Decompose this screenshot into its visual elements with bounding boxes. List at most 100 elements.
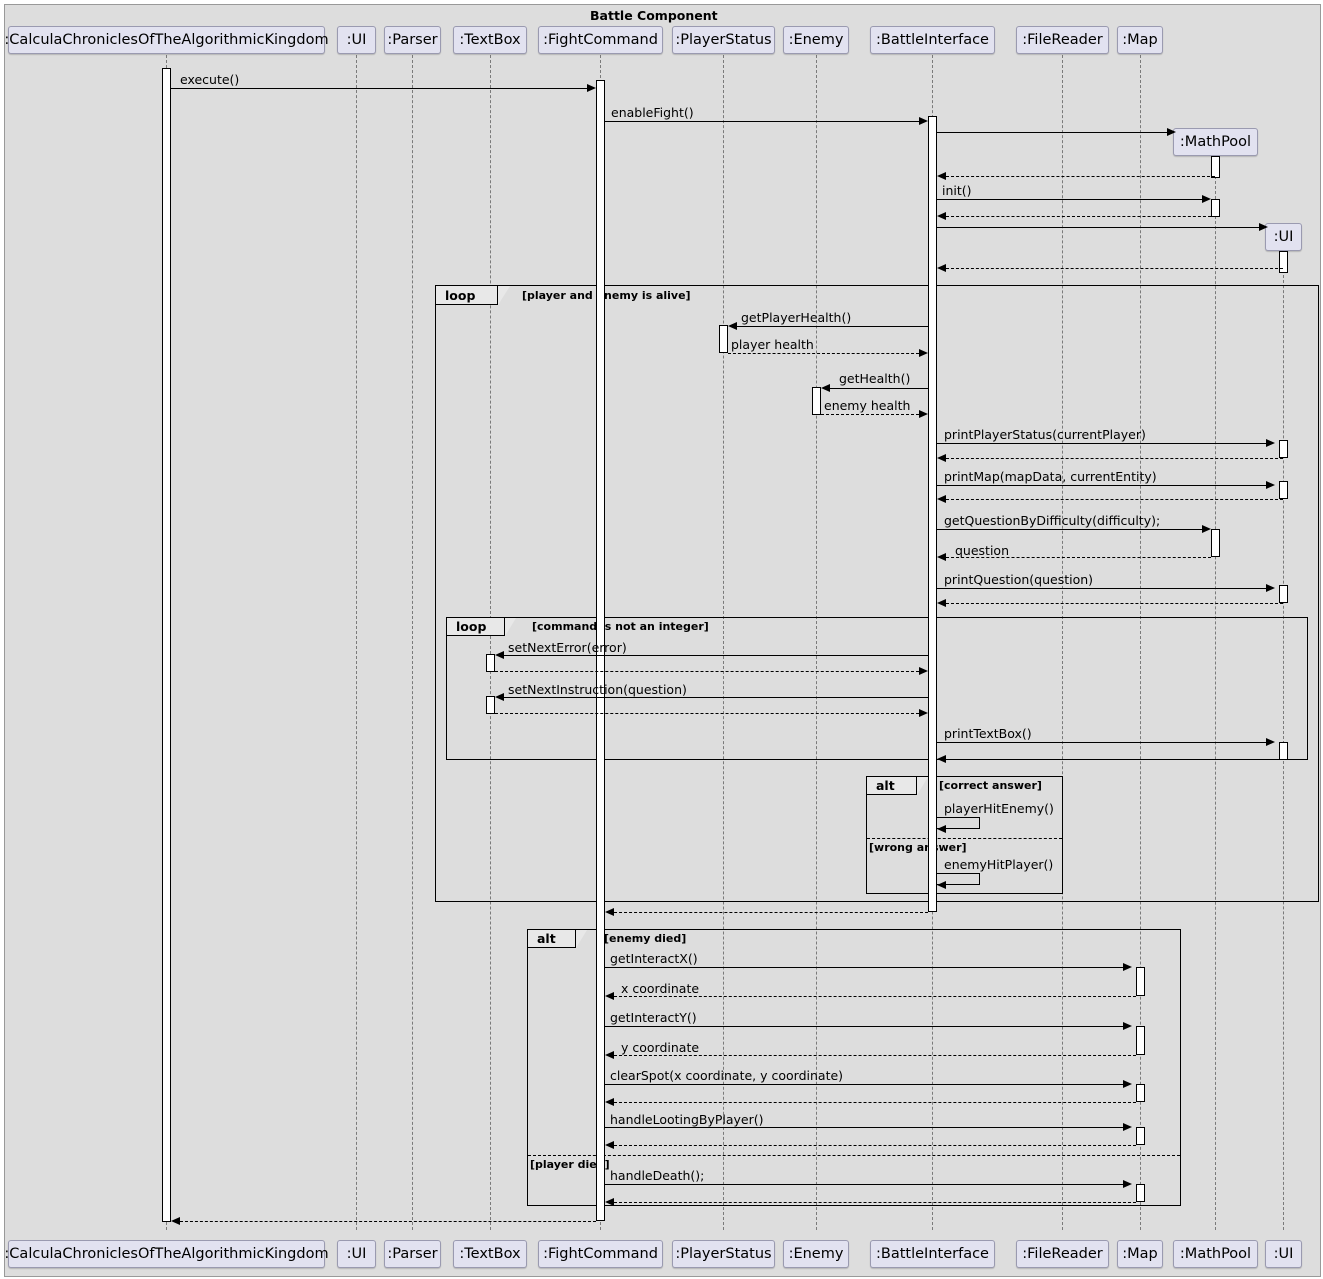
fragment-alt-answer-guard-1: [correct answer] bbox=[939, 779, 1042, 792]
msg-line-setnextinstruction bbox=[504, 697, 928, 698]
participant-ui2-created[interactable]: :UI bbox=[1265, 223, 1302, 251]
msg-arrow-return-setnextinstruction bbox=[919, 708, 928, 717]
activation-enemy-gethealth bbox=[812, 387, 821, 415]
msg-line-return-printquestion bbox=[946, 603, 1283, 604]
participant-label: :TextBox bbox=[459, 32, 521, 48]
participant-map-top[interactable]: :Map bbox=[1117, 26, 1163, 54]
participant-label: :FileReader bbox=[1022, 1246, 1103, 1262]
participant-enemy-bottom[interactable]: :Enemy bbox=[783, 1240, 849, 1268]
msg-arrow-ycoordinate bbox=[605, 1050, 614, 1059]
participant-ui-top[interactable]: :UI bbox=[337, 26, 376, 54]
participant-ui2-bottom[interactable]: :UI bbox=[1265, 1240, 1302, 1268]
msg-label-gethealth: getHealth() bbox=[839, 371, 911, 386]
msg-arrow-return-handlelooting bbox=[605, 1140, 614, 1149]
msg-arrow-playerhitenemy bbox=[937, 824, 946, 833]
activation-ui2-create bbox=[1279, 251, 1288, 273]
activation-textbox-setnexterror bbox=[486, 654, 495, 672]
msg-arrow-enemyhealth bbox=[919, 409, 928, 418]
participant-battleinterface-bottom[interactable]: :BattleInterface bbox=[870, 1240, 995, 1268]
participant-enemy-top[interactable]: :Enemy bbox=[783, 26, 849, 54]
msg-arrow-return-printmap bbox=[937, 494, 946, 503]
msg-arrow-printtextbox bbox=[1266, 737, 1275, 746]
msg-arrow-handlelooting bbox=[1123, 1122, 1132, 1131]
msg-line-return-printtextbox bbox=[946, 759, 1283, 760]
participant-parser-top[interactable]: :Parser bbox=[384, 26, 441, 54]
activation-game bbox=[162, 68, 171, 1222]
participant-fightcommand-top[interactable]: :FightCommand bbox=[538, 26, 663, 54]
participant-filereader-top[interactable]: :FileReader bbox=[1016, 26, 1109, 54]
participant-label: :MathPool bbox=[1179, 1246, 1252, 1262]
participant-label: :UI bbox=[1273, 229, 1294, 245]
msg-line-return-handledeath bbox=[614, 1202, 1136, 1203]
participant-playerstatus-top[interactable]: :PlayerStatus bbox=[672, 26, 775, 54]
activation-ui2-printtextbox bbox=[1279, 742, 1288, 760]
participant-game-top[interactable]: :CalculaChroniclesOfTheAlgorithmicKingdo… bbox=[4, 26, 329, 54]
participant-label: :UI bbox=[1273, 1246, 1294, 1262]
msg-label-clearspot: clearSpot(x coordinate, y coordinate) bbox=[610, 1068, 844, 1083]
msg-arrow-clearspot bbox=[1123, 1079, 1132, 1088]
msg-arrow-setnextinstruction bbox=[495, 692, 504, 701]
msg-label-question: question bbox=[955, 543, 1010, 558]
msg-line-getquestion bbox=[937, 529, 1202, 530]
fragment-kind-label: alt bbox=[537, 931, 556, 946]
msg-arrow-printquestion bbox=[1266, 583, 1275, 592]
msg-arrow-return-execute bbox=[171, 1216, 180, 1225]
participant-map-bottom[interactable]: :Map bbox=[1117, 1240, 1163, 1268]
participant-fightcommand-bottom[interactable]: :FightCommand bbox=[538, 1240, 663, 1268]
activation-map-getinteracty bbox=[1136, 1026, 1145, 1055]
msg-line-getplayerhealth bbox=[737, 326, 928, 327]
participant-label: :UI bbox=[346, 1246, 367, 1262]
activation-mathpool-init bbox=[1211, 199, 1220, 217]
participant-mathpool-created[interactable]: :MathPool bbox=[1173, 128, 1258, 156]
participant-playerstatus-bottom[interactable]: :PlayerStatus bbox=[672, 1240, 775, 1268]
msg-label-handlelooting: handleLootingByPlayer() bbox=[610, 1112, 764, 1127]
msg-line-create-ui2 bbox=[937, 227, 1259, 228]
msg-line-return-setnexterror bbox=[495, 671, 919, 672]
msg-line-getinteractx bbox=[605, 967, 1123, 968]
msg-arrow-return-ui2-create bbox=[937, 263, 946, 272]
participant-battleinterface-top[interactable]: :BattleInterface bbox=[870, 26, 995, 54]
participant-label: :UI bbox=[346, 32, 367, 48]
participant-label: :FileReader bbox=[1022, 32, 1103, 48]
msg-label-getplayerhealth: getPlayerHealth() bbox=[741, 310, 852, 325]
participant-label: :Map bbox=[1122, 32, 1158, 48]
msg-arrow-return-init bbox=[937, 211, 946, 220]
msg-label-playerhealth: player health bbox=[731, 337, 814, 352]
msg-label-handledeath: handleDeath(); bbox=[610, 1168, 705, 1183]
fragment-alt-answer-notch bbox=[917, 777, 928, 795]
fragment-kind-label: loop bbox=[456, 619, 487, 634]
participant-textbox-bottom[interactable]: :TextBox bbox=[453, 1240, 527, 1268]
msg-arrow-xcoordinate bbox=[605, 991, 614, 1000]
activation-ui2-printplayerstatus bbox=[1279, 440, 1288, 458]
activation-ui2-printquestion bbox=[1279, 585, 1288, 603]
msg-arrow-create-mathpool bbox=[1167, 127, 1176, 136]
fragment-alt-death-tab: alt bbox=[528, 930, 576, 948]
msg-label-printmap: printMap(mapData, currentEntity) bbox=[944, 469, 1157, 484]
fragment-loop-alive-notch bbox=[498, 286, 510, 305]
participant-mathpool-bottom[interactable]: :MathPool bbox=[1173, 1240, 1258, 1268]
msg-line-execute bbox=[171, 88, 587, 89]
frame-title: Battle Component bbox=[590, 8, 718, 23]
fragment-kind-label: alt bbox=[876, 778, 895, 793]
participant-textbox-top[interactable]: :TextBox bbox=[453, 26, 527, 54]
fragment-alt-death-divider bbox=[528, 1155, 1180, 1156]
participant-parser-bottom[interactable]: :Parser bbox=[384, 1240, 441, 1268]
activation-mathpool-getquestion bbox=[1211, 529, 1220, 557]
msg-line-return-ui2-create bbox=[946, 268, 1283, 269]
msg-arrow-printmap bbox=[1266, 480, 1275, 489]
msg-line-gethealth bbox=[830, 388, 928, 389]
fragment-loop-alive-tab: loop bbox=[436, 286, 498, 305]
msg-line-handlelooting bbox=[605, 1127, 1123, 1128]
participant-filereader-bottom[interactable]: :FileReader bbox=[1016, 1240, 1109, 1268]
participant-label: :BattleInterface bbox=[876, 32, 989, 48]
msg-label-getinteracty: getInteractY() bbox=[610, 1010, 697, 1025]
fragment-loop-alive-guard: [player and enemy is alive] bbox=[522, 289, 691, 302]
msg-line-clearspot bbox=[605, 1084, 1123, 1085]
msg-line-return-setnextinstruction bbox=[495, 713, 919, 714]
participant-game-bottom[interactable]: :CalculaChroniclesOfTheAlgorithmicKingdo… bbox=[4, 1240, 329, 1268]
msg-arrow-return-printquestion bbox=[937, 598, 946, 607]
participant-ui-bottom[interactable]: :UI bbox=[337, 1240, 376, 1268]
msg-arrow-getplayerhealth bbox=[728, 321, 737, 330]
msg-label-setnextinstruction: setNextInstruction(question) bbox=[508, 682, 687, 697]
msg-arrow-playerhealth bbox=[919, 348, 928, 357]
